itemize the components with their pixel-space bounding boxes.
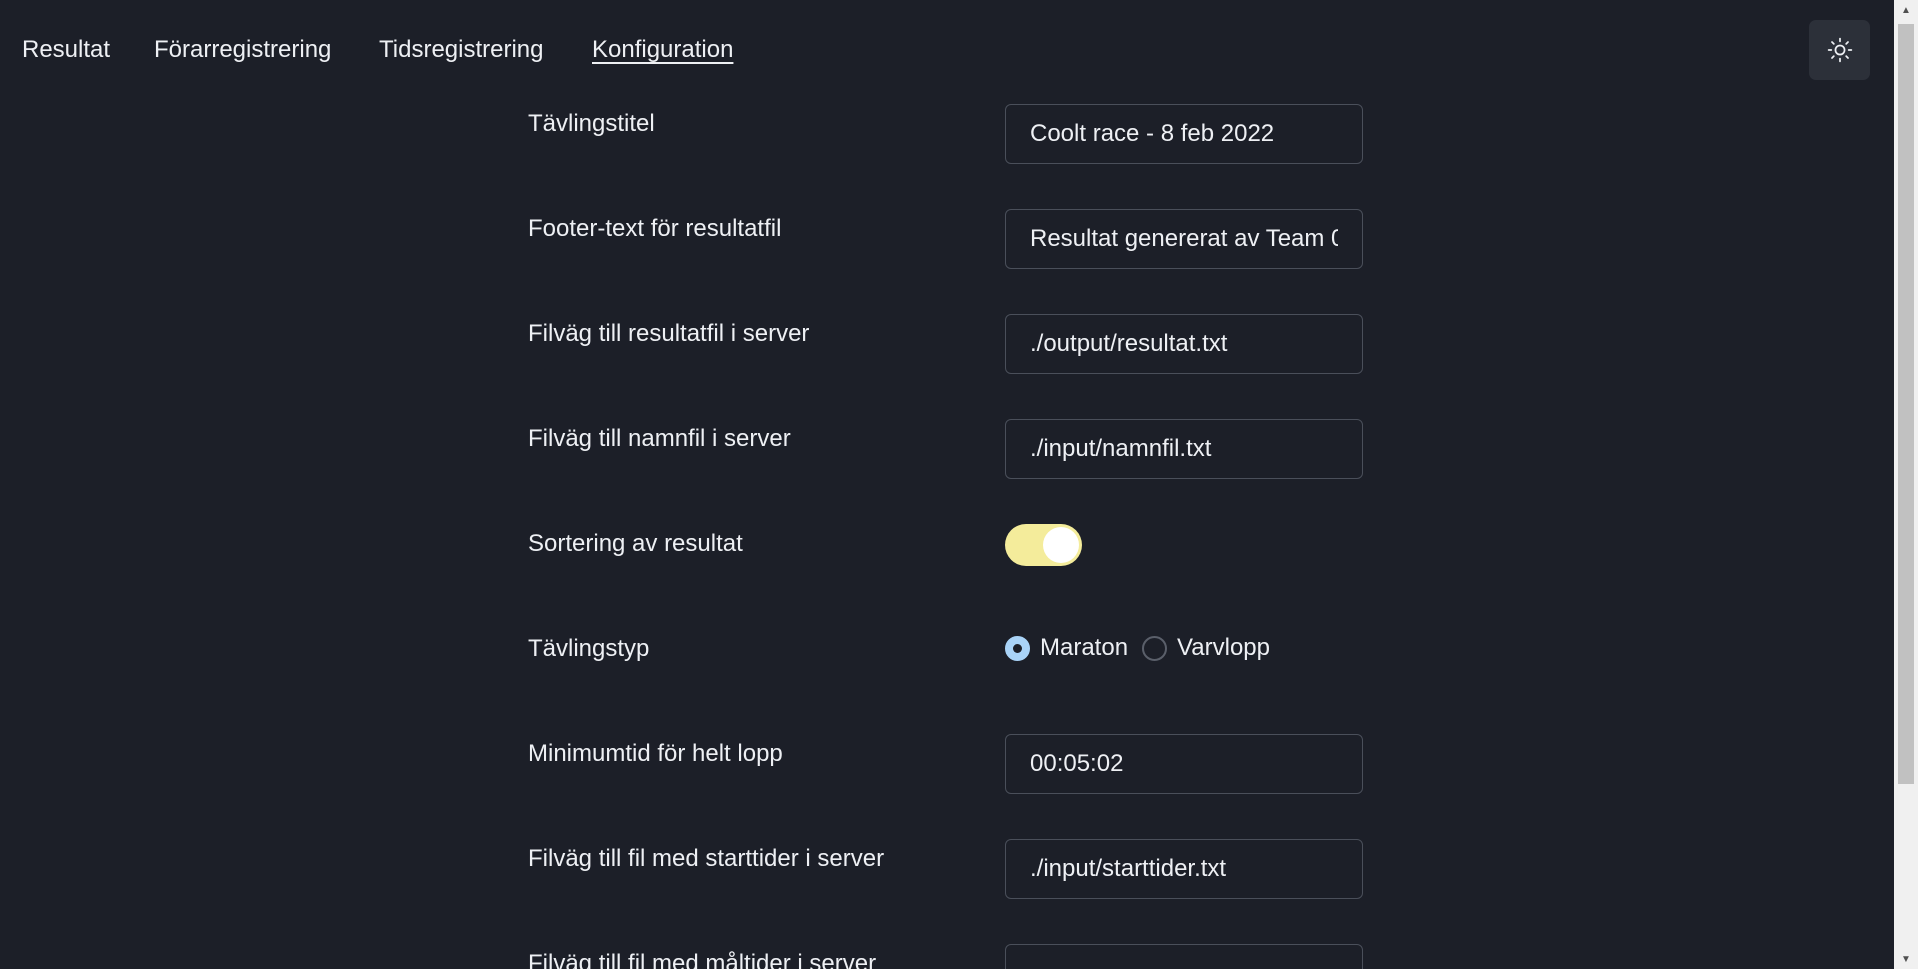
scroll-up-arrow-icon[interactable]: ▲: [1894, 0, 1918, 20]
start-path-input[interactable]: [1005, 839, 1363, 899]
footer-text-label: Footer-text för resultatfil: [528, 215, 782, 242]
competition-title-input[interactable]: [1005, 104, 1363, 164]
result-path-label: Filväg till resultatfil i server: [528, 320, 810, 347]
finish-path-label: Filväg till fil med måltider i server: [528, 950, 877, 969]
nav-konfiguration[interactable]: Konfiguration: [592, 36, 733, 64]
name-path-input[interactable]: [1005, 419, 1363, 479]
start-path-label: Filväg till fil med starttider i server: [528, 845, 885, 872]
radio-varvlopp[interactable]: [1142, 635, 1168, 661]
toggle-knob: [1043, 527, 1079, 563]
nav-resultat[interactable]: Resultat: [22, 36, 110, 64]
min-time-label: Minimumtid för helt lopp: [528, 740, 783, 767]
radio-maraton-label[interactable]: Maraton: [1040, 634, 1128, 662]
nav-forarregistrering[interactable]: Förarregistrering: [154, 36, 331, 64]
sun-icon: [1827, 37, 1852, 63]
sorting-label: Sortering av resultat: [528, 530, 743, 557]
competition-title-label: Tävlingstitel: [528, 110, 655, 137]
radio-varvlopp-label[interactable]: Varvlopp: [1177, 634, 1270, 662]
min-time-input[interactable]: [1005, 734, 1363, 794]
sorting-toggle[interactable]: [1005, 524, 1082, 566]
app-viewport: Resultat Förarregistrering Tidsregistrer…: [0, 0, 1918, 969]
footer-text-input[interactable]: [1005, 209, 1363, 269]
name-path-label: Filväg till namnfil i server: [528, 425, 791, 452]
nav-tidsregistrering[interactable]: Tidsregistrering: [379, 36, 544, 64]
vertical-scrollbar[interactable]: ▲ ▼: [1894, 0, 1918, 969]
result-path-input[interactable]: [1005, 314, 1363, 374]
race-type-radio-group: Maraton Varvlopp: [1005, 630, 1284, 666]
race-type-label: Tävlingstyp: [528, 635, 650, 662]
scroll-down-arrow-icon[interactable]: ▼: [1894, 949, 1918, 969]
finish-path-input[interactable]: [1005, 944, 1363, 969]
scrollbar-thumb[interactable]: [1898, 24, 1914, 784]
theme-toggle-button[interactable]: [1809, 20, 1870, 80]
top-nav: Resultat Förarregistrering Tidsregistrer…: [0, 0, 1894, 100]
radio-maraton[interactable]: [1005, 635, 1030, 661]
